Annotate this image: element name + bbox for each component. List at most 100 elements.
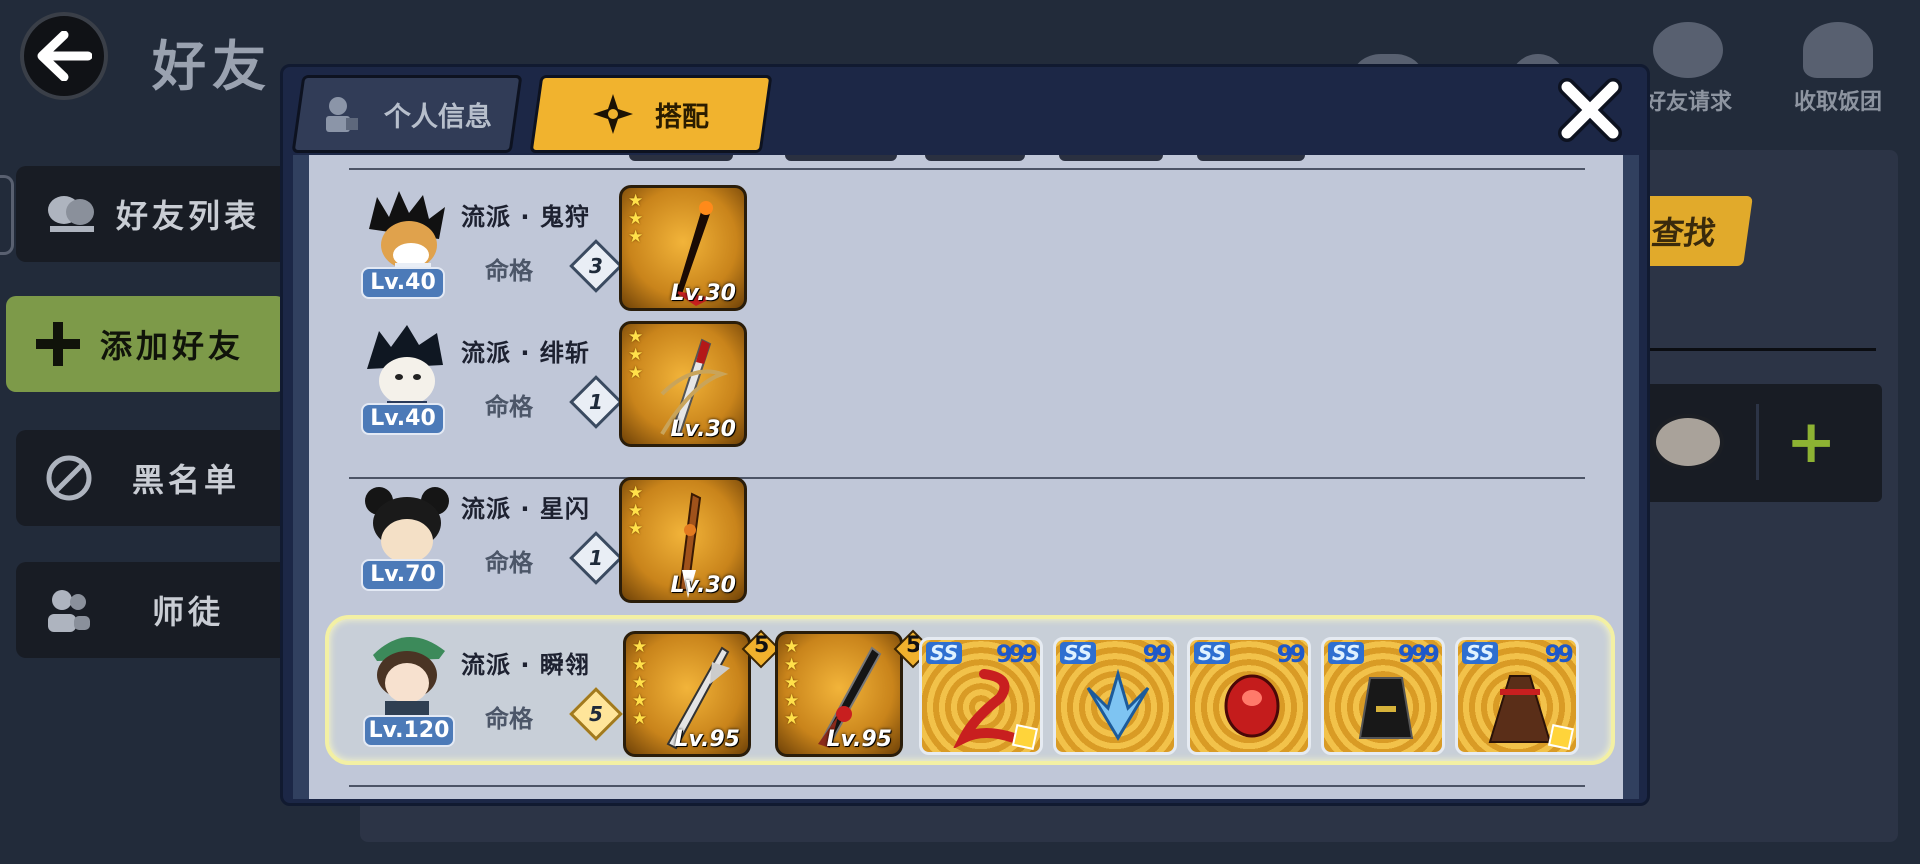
grade-badge: SS bbox=[1328, 642, 1365, 664]
stack-count: 999 bbox=[1397, 640, 1440, 668]
tab-personal-info[interactable]: 个人信息 bbox=[291, 75, 523, 153]
arrow-left-icon bbox=[37, 31, 92, 81]
scroll-peek bbox=[785, 155, 897, 161]
player-loadout-modal: 个人信息 搭配 Lv.40 流派 · 鬼狩 命格 3 ★ ★ ★ Lv.30 L… bbox=[280, 64, 1650, 806]
fate-label: 命格 bbox=[485, 549, 533, 577]
stack-count: 99 bbox=[1276, 640, 1306, 668]
soul-slot[interactable]: SS 99 bbox=[1187, 637, 1311, 755]
weapon-rank: 5 bbox=[754, 633, 770, 658]
weapon-level: Lv.95 bbox=[674, 727, 740, 752]
sidebar-item-label: 添加好友 bbox=[100, 327, 245, 365]
row-divider bbox=[349, 168, 1585, 170]
weapon-slot[interactable]: ★ ★ ★ Lv.30 bbox=[619, 477, 747, 603]
level-badge: Lv.120 bbox=[363, 715, 455, 747]
close-icon bbox=[1558, 78, 1622, 142]
scroll-peek bbox=[925, 155, 1025, 161]
loadout-row-current: Lv.120 流派 · 瞬翎 命格 5 ★ ★ ★ ★ ★ Lv.95 5 ★ ★ ★ ★ ★ bbox=[325, 615, 1615, 765]
stack-count: 99 bbox=[1142, 640, 1172, 668]
fate-label: 命格 bbox=[485, 393, 533, 421]
fate-value: 1 bbox=[589, 545, 603, 570]
top-icon-label: 收取饭团 bbox=[1793, 90, 1882, 115]
weapon-level: Lv.30 bbox=[670, 417, 736, 442]
stack-count: 99 bbox=[1544, 640, 1574, 668]
plus-icon bbox=[36, 322, 80, 366]
soul-slot[interactable]: SS 999 bbox=[919, 637, 1043, 755]
fate-badge: 1 bbox=[569, 375, 623, 429]
fate-badge: 3 bbox=[569, 239, 623, 293]
friend-row bbox=[1610, 384, 1882, 502]
friends-icon bbox=[48, 196, 94, 232]
corner-badge-icon bbox=[1011, 723, 1039, 751]
loadout-row: Lv.70 流派 · 星闪 命格 1 ★ ★ ★ Lv.30 bbox=[329, 463, 1603, 603]
school-label: 流派 · 星闪 bbox=[461, 495, 590, 523]
red-helmet-icon bbox=[1224, 674, 1280, 738]
weapon-level: Lv.95 bbox=[826, 727, 892, 752]
fate-badge: 5 bbox=[569, 687, 623, 741]
sidebar-item-label: 师徒 bbox=[152, 593, 225, 631]
star-rating: ★ ★ ★ bbox=[628, 327, 644, 383]
character-avatar bbox=[373, 636, 445, 719]
loadout-row: Lv.40 流派 · 鬼狩 命格 3 ★ ★ ★ Lv.30 bbox=[329, 171, 1603, 311]
rice-ball-icon bbox=[1803, 22, 1873, 78]
tab-loadout[interactable]: 搭配 bbox=[529, 75, 773, 153]
sidebar-notch bbox=[0, 175, 14, 255]
sidebar-item-label: 好友列表 bbox=[116, 197, 261, 235]
scroll-peek bbox=[629, 155, 733, 161]
brown-cloak-icon bbox=[1488, 675, 1552, 743]
sidebar-item-blacklist[interactable]: 黑名单 bbox=[16, 430, 296, 526]
scroll-peek bbox=[1197, 155, 1305, 161]
stack-count: 999 bbox=[995, 640, 1038, 668]
sidebar-item-label: 黑名单 bbox=[132, 461, 241, 499]
row-divider bbox=[349, 785, 1585, 787]
scroll-peek bbox=[1059, 155, 1163, 161]
fate-value: 1 bbox=[589, 389, 603, 414]
sidebar-item-mentor[interactable]: 师徒 bbox=[16, 562, 296, 658]
level-badge: Lv.40 bbox=[361, 403, 445, 435]
weapon-level: Lv.30 bbox=[670, 573, 736, 598]
star-compass-icon bbox=[593, 94, 633, 134]
sidebar-item-add-friend[interactable]: 添加好友 bbox=[6, 296, 286, 392]
grade-badge: SS bbox=[1194, 642, 1231, 664]
close-button[interactable] bbox=[1551, 71, 1629, 149]
fate-label: 命格 bbox=[485, 257, 533, 285]
profile-card-icon bbox=[326, 97, 358, 132]
loadout-list[interactable]: Lv.40 流派 · 鬼狩 命格 3 ★ ★ ★ Lv.30 Lv.40 流派 … bbox=[293, 155, 1639, 799]
weapon-slot[interactable]: ★ ★ ★ Lv.30 bbox=[619, 321, 747, 447]
ban-icon bbox=[46, 455, 92, 501]
search-button-label: 查找 bbox=[1649, 214, 1719, 252]
loadout-row: Lv.40 流派 · 绯斩 命格 1 ★ ★ ★ Lv.30 bbox=[329, 307, 1603, 447]
sidebar-item-friend-list[interactable]: 好友列表 bbox=[16, 166, 296, 262]
weapon-slot[interactable]: ★ ★ ★ ★ ★ Lv.95 bbox=[623, 631, 751, 757]
soul-slot[interactable]: SS 999 bbox=[1321, 637, 1445, 755]
collect-rice-ball-button[interactable]: 收取饭团 bbox=[1778, 22, 1898, 116]
fate-value: 3 bbox=[589, 253, 603, 278]
blue-crystal-icon bbox=[1086, 668, 1150, 741]
grade-badge: SS bbox=[926, 642, 963, 664]
back-button[interactable] bbox=[20, 12, 108, 100]
fate-value: 5 bbox=[589, 701, 603, 726]
level-badge: Lv.40 bbox=[361, 267, 445, 299]
corner-badge-icon bbox=[1547, 723, 1575, 751]
divider bbox=[1756, 404, 1759, 480]
weapon-slot[interactable]: ★ ★ ★ Lv.30 bbox=[619, 185, 747, 311]
red-ribbon-icon bbox=[953, 669, 1019, 748]
tab-label: 个人信息 bbox=[384, 101, 492, 133]
black-robe-icon bbox=[1358, 677, 1414, 739]
top-icon-label: 好友请求 bbox=[1643, 90, 1732, 115]
star-rating: ★ ★ ★ ★ ★ bbox=[784, 637, 800, 729]
school-label: 流派 · 瞬翎 bbox=[461, 651, 590, 679]
page-title: 好友 bbox=[152, 35, 272, 98]
chat-icon[interactable] bbox=[1652, 414, 1724, 470]
add-friend-plus-icon[interactable]: + bbox=[1786, 412, 1836, 472]
star-rating: ★ ★ ★ ★ ★ bbox=[632, 637, 648, 729]
grade-badge: SS bbox=[1462, 642, 1499, 664]
weapon-level: Lv.30 bbox=[670, 281, 736, 306]
fate-badge: 1 bbox=[569, 531, 623, 585]
grade-badge: SS bbox=[1060, 642, 1097, 664]
level-badge: Lv.70 bbox=[361, 559, 445, 591]
fate-label: 命格 bbox=[485, 705, 533, 733]
soul-slot[interactable]: SS 99 bbox=[1053, 637, 1177, 755]
soul-slot[interactable]: SS 99 bbox=[1455, 637, 1579, 755]
weapon-slot[interactable]: ★ ★ ★ ★ ★ Lv.95 bbox=[775, 631, 903, 757]
soap-icon bbox=[1653, 22, 1723, 78]
